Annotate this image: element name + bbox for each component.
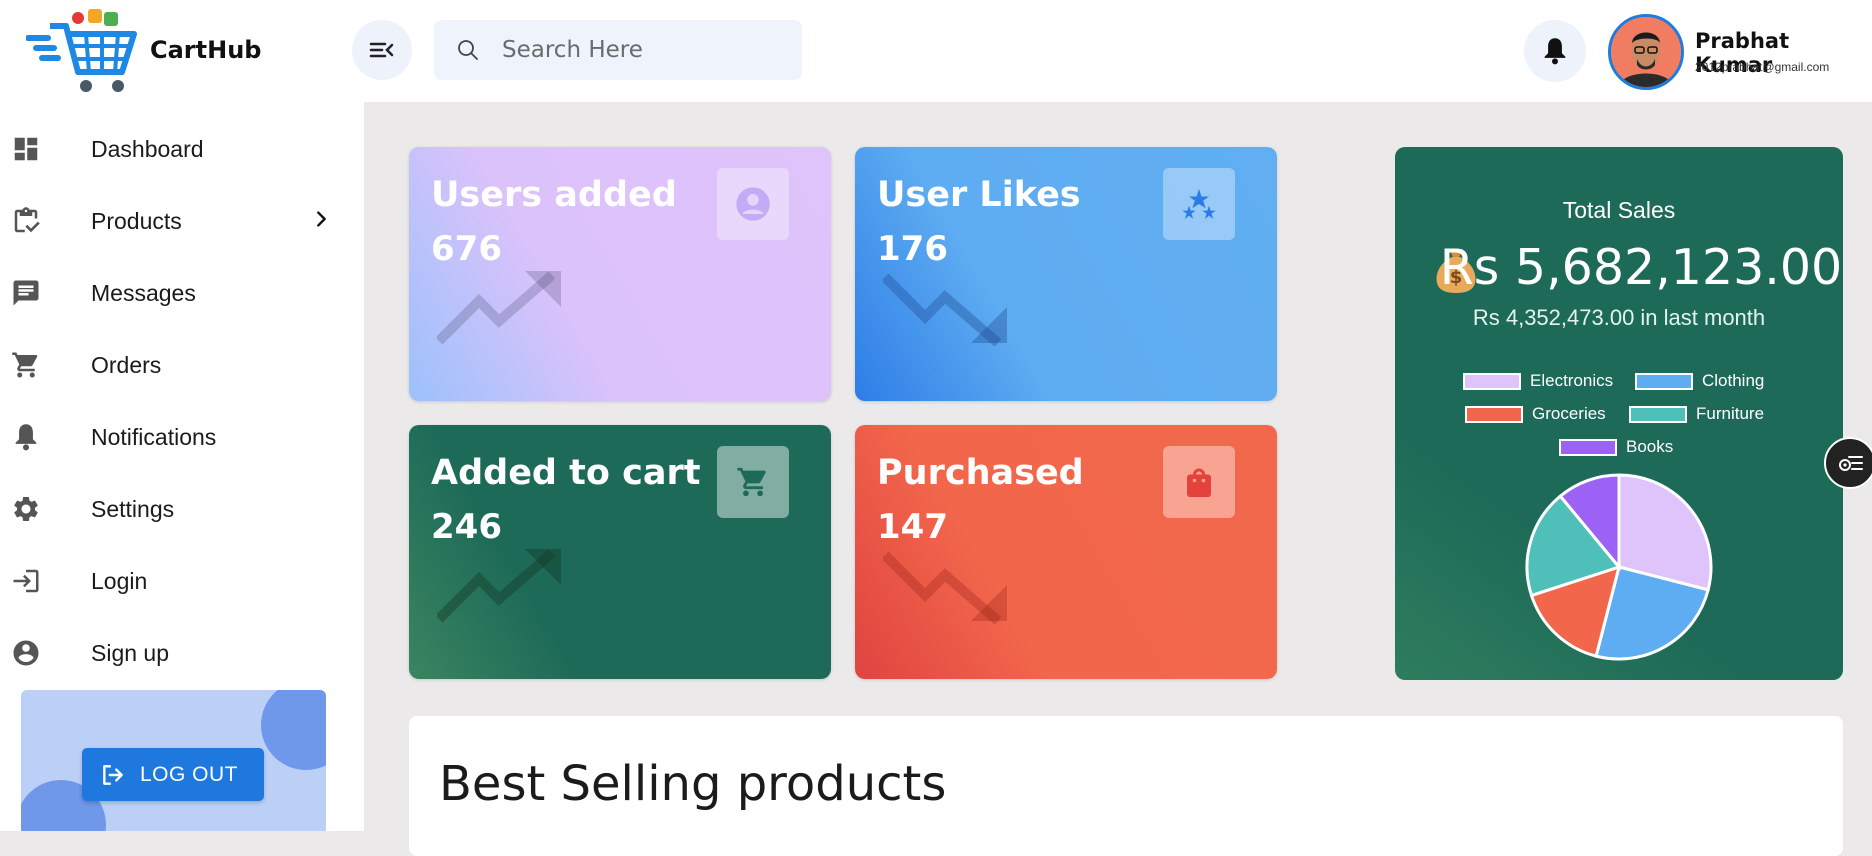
stars-icon xyxy=(1163,168,1235,240)
total-sales-card: Total Sales $ Rs 5,682,123.00 Rs 4,352,4… xyxy=(1395,147,1843,680)
legend-swatch xyxy=(1465,405,1523,423)
chevron-right-icon[interactable] xyxy=(310,208,332,235)
card-value: 176 xyxy=(877,229,948,269)
sidebar-item-label: Messages xyxy=(91,279,196,306)
trend-down-icon xyxy=(883,273,1007,347)
login-icon xyxy=(10,565,42,597)
sidebar-item-label: Orders xyxy=(91,351,162,378)
sidebar-item-messages[interactable]: Messages xyxy=(0,265,345,321)
legend-item-electronics[interactable]: Electronics xyxy=(1463,371,1613,391)
search-input[interactable] xyxy=(500,36,784,64)
legend-item-groceries[interactable]: Groceries xyxy=(1465,404,1606,424)
trend-down-icon xyxy=(883,551,1007,625)
stat-card-added-to-cart[interactable]: Added to cart 246 xyxy=(409,425,831,679)
sales-title: Total Sales xyxy=(1562,197,1676,223)
user-email: 2012prabhat@gmail.com xyxy=(1695,60,1830,74)
sidebar-item-label: Dashboard xyxy=(91,135,204,162)
bell-icon xyxy=(1544,38,1566,65)
legend-label: Groceries xyxy=(1532,404,1606,423)
sidebar-item-label: Notifications xyxy=(91,423,217,450)
notifications-button[interactable] xyxy=(1524,20,1586,82)
sidebar-item-label: Login xyxy=(91,567,148,594)
bag-icon xyxy=(1163,446,1235,518)
gear-icon xyxy=(10,493,42,525)
legend-swatch xyxy=(1463,372,1521,390)
sales-amount: Rs 5,682,123.00 xyxy=(1439,239,1843,296)
menu-open-icon xyxy=(369,42,394,58)
sales-subtitle: Rs 4,352,473.00 in last month xyxy=(1472,305,1766,330)
sidebar-item-products[interactable]: Products xyxy=(0,193,345,249)
card-value: 676 xyxy=(431,229,502,269)
search-bar xyxy=(434,20,802,80)
legend-label: Electronics xyxy=(1530,371,1614,390)
legend-item-furniture[interactable]: Furniture xyxy=(1629,404,1764,424)
sidebar-item-dashboard[interactable]: Dashboard xyxy=(0,121,345,177)
stat-card-user-likes[interactable]: User Likes 176 xyxy=(855,147,1277,401)
legend-label: Furniture xyxy=(1696,404,1765,423)
user-icon xyxy=(717,168,789,240)
legend-label: Books xyxy=(1626,437,1674,456)
sidebar-item-settings[interactable]: Settings xyxy=(0,481,345,537)
message-icon xyxy=(10,277,42,309)
legend-swatch xyxy=(1559,438,1617,456)
avatar[interactable] xyxy=(1608,14,1684,90)
card-value: 147 xyxy=(877,507,948,547)
menu-toggle-button[interactable] xyxy=(352,20,412,80)
sidebar-item-label: Settings xyxy=(91,495,175,522)
clipboard-check-icon xyxy=(10,205,42,237)
stat-card-purchased[interactable]: Purchased 147 xyxy=(855,425,1277,679)
card-title: Users added xyxy=(431,175,677,215)
search-icon xyxy=(458,40,478,60)
account-circle-icon xyxy=(10,637,42,669)
bell-icon xyxy=(10,421,42,453)
top-header: CartHub Prabhat Kumar 2012prabha xyxy=(0,0,1872,102)
sidebar-item-label: Sign up xyxy=(91,639,170,666)
cart-icon xyxy=(10,349,42,381)
logout-label: LOG OUT xyxy=(140,762,239,786)
dashboard-icon xyxy=(10,133,42,165)
best-selling-panel: Best Selling products xyxy=(409,716,1843,856)
card-value: 246 xyxy=(431,507,502,547)
cart-icon xyxy=(717,446,789,518)
sidebar-item-signup[interactable]: Sign up xyxy=(0,625,345,681)
legend-label: Clothing xyxy=(1702,371,1765,390)
legend-swatch xyxy=(1635,372,1693,390)
legend-item-books[interactable]: Books xyxy=(1559,437,1673,457)
card-title: Purchased xyxy=(877,453,1084,493)
sidebar-item-login[interactable]: Login xyxy=(0,553,345,609)
logout-icon xyxy=(103,764,123,785)
card-title: User Likes xyxy=(877,175,1081,215)
sidebar-item-label: Products xyxy=(91,207,182,234)
legend-item-clothing[interactable]: Clothing xyxy=(1635,371,1764,391)
brand-name: CartHub xyxy=(150,36,262,64)
best-selling-title: Best Selling products xyxy=(439,756,947,812)
card-title: Added to cart xyxy=(431,453,701,493)
logout-button[interactable]: LOG OUT xyxy=(82,748,264,801)
sidebar-item-notifications[interactable]: Notifications xyxy=(0,409,345,465)
theme-settings-button[interactable] xyxy=(1824,437,1872,489)
trend-up-icon xyxy=(437,549,561,623)
legend-swatch xyxy=(1629,405,1687,423)
sales-pie-chart xyxy=(1525,473,1713,661)
sidebar-item-orders[interactable]: Orders xyxy=(0,337,345,393)
stat-card-users-added[interactable]: Users added 676 xyxy=(409,147,831,401)
settings-list-icon xyxy=(1839,456,1863,471)
trend-up-icon xyxy=(437,271,561,345)
cart-logo-icon[interactable] xyxy=(25,6,144,101)
